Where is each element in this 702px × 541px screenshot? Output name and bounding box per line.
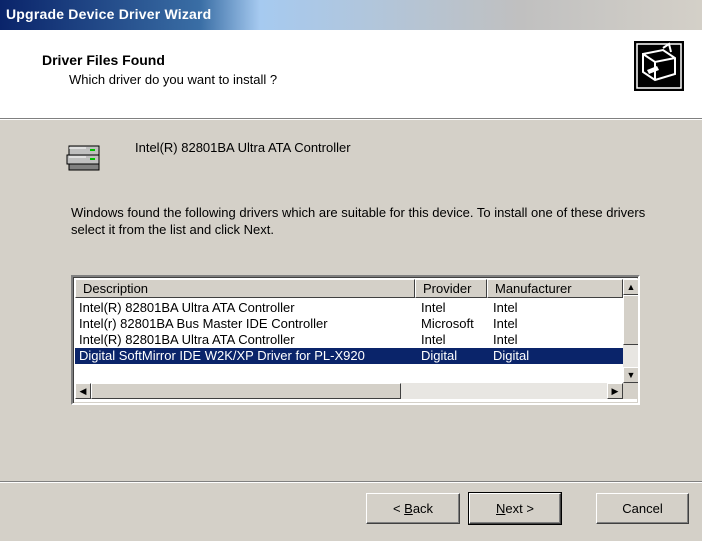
- window-title: Upgrade Device Driver Wizard: [6, 6, 212, 22]
- driver-row-partial[interactable]: [75, 364, 623, 370]
- driver-row[interactable]: Intel(r) 82801BA Bus Master IDE Controll…: [75, 316, 623, 332]
- driver-list[interactable]: Description Provider Manufacturer Intel(…: [71, 275, 640, 405]
- driver-manufacturer: Digital: [493, 348, 530, 363]
- disk-controller-icon: [66, 145, 100, 171]
- wizard-header: Driver Files Found Which driver do you w…: [0, 30, 702, 119]
- page-subtitle: Which driver do you want to install ?: [69, 72, 278, 87]
- scroll-down-button[interactable]: ▼: [623, 367, 638, 383]
- back-prefix: <: [392, 500, 405, 516]
- horizontal-scroll-thumb[interactable]: [91, 383, 401, 399]
- column-description[interactable]: Description: [75, 279, 415, 298]
- back-button[interactable]: < Back: [366, 493, 460, 524]
- scroll-left-button[interactable]: ◀: [75, 383, 91, 399]
- page-title: Driver Files Found: [42, 52, 165, 68]
- column-provider[interactable]: Provider: [415, 279, 487, 298]
- driver-provider: Intel: [421, 332, 446, 347]
- horizontal-scrollbar[interactable]: ◀ ▶: [75, 383, 623, 399]
- next-button[interactable]: Next >: [468, 492, 562, 525]
- back-label: ack: [412, 500, 434, 516]
- column-manufacturer[interactable]: Manufacturer: [487, 279, 623, 298]
- hardware-wizard-icon: [634, 41, 684, 91]
- driver-description: Digital SoftMirror IDE W2K/XP Driver for…: [79, 348, 365, 363]
- instructions-text: Windows found the following drivers whic…: [71, 205, 646, 237]
- back-accelerator: B: [404, 500, 413, 516]
- driver-manufacturer: Intel: [493, 316, 518, 331]
- next-accelerator: N: [496, 500, 506, 516]
- driver-provider: Digital: [421, 348, 458, 363]
- vertical-scroll-thumb[interactable]: [623, 295, 638, 345]
- list-header: Description Provider Manufacturer: [75, 279, 623, 298]
- scroll-up-button[interactable]: ▲: [623, 279, 638, 295]
- next-label: ext >: [505, 500, 534, 516]
- driver-provider: Intel: [421, 300, 446, 315]
- cancel-button[interactable]: Cancel: [596, 493, 689, 524]
- vertical-scrollbar[interactable]: ▲ ▼: [623, 279, 638, 383]
- scroll-right-button[interactable]: ▶: [607, 383, 623, 399]
- driver-provider: Microsoft: [421, 316, 474, 331]
- driver-manufacturer: Intel: [493, 332, 518, 347]
- device-name: Intel(R) 82801BA Ultra ATA Controller: [135, 140, 351, 155]
- driver-description: Intel(R) 82801BA Ultra ATA Controller: [79, 300, 295, 315]
- title-bar[interactable]: Upgrade Device Driver Wizard: [0, 0, 702, 30]
- driver-row[interactable]: Intel(R) 82801BA Ultra ATA Controller In…: [75, 332, 623, 348]
- driver-manufacturer: Intel: [493, 300, 518, 315]
- driver-description: Intel(r) 82801BA Bus Master IDE Controll…: [79, 316, 328, 331]
- scroll-corner: [623, 383, 638, 399]
- driver-description: Intel(R) 82801BA Ultra ATA Controller: [79, 332, 295, 347]
- driver-row-selected[interactable]: Digital SoftMirror IDE W2K/XP Driver for…: [75, 348, 623, 364]
- driver-row[interactable]: Intel(R) 82801BA Ultra ATA Controller In…: [75, 300, 623, 316]
